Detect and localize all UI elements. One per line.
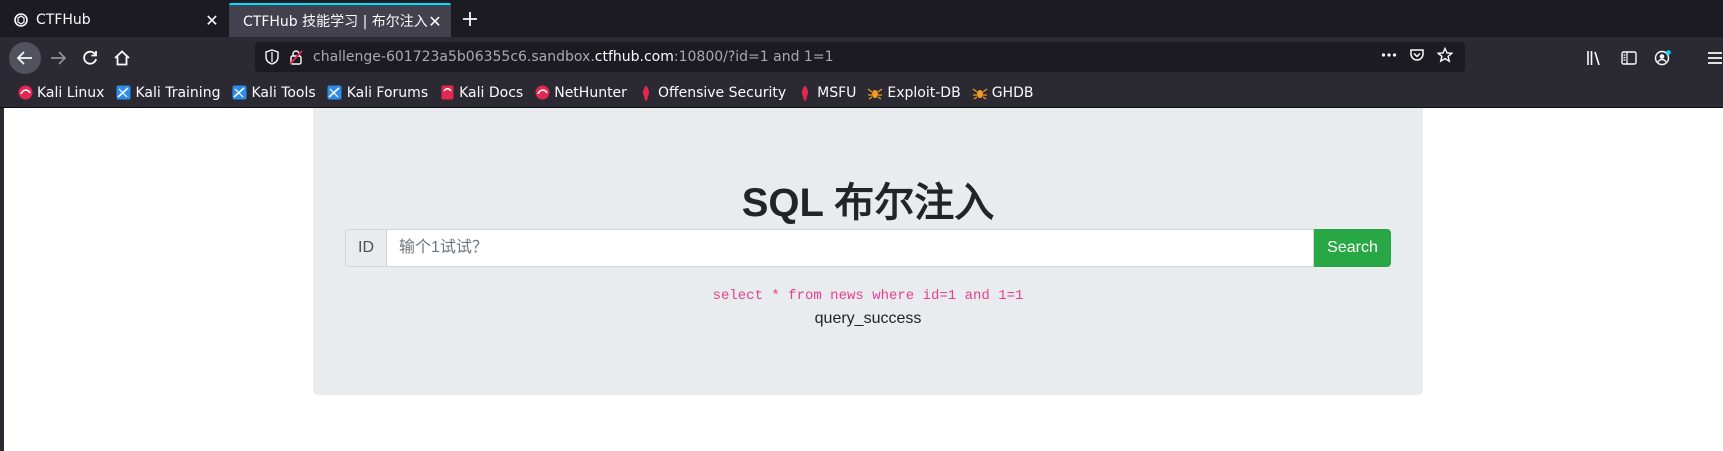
exploitdb-icon <box>972 85 988 101</box>
url-domain: ctfhub.com <box>594 49 674 65</box>
bookmarks-toolbar: Kali Linux Kali Training Kali Tools Kali… <box>0 78 1723 108</box>
bookmark-kali-docs[interactable]: Kali Docs <box>439 85 523 101</box>
close-tab-icon[interactable]: ✕ <box>427 12 443 31</box>
back-button[interactable] <box>9 42 41 74</box>
plus-icon <box>463 12 477 26</box>
id-label: ID <box>345 229 386 267</box>
offsec-icon <box>797 85 813 101</box>
jumbotron: SQL 布尔注入 ID Search select * from news wh… <box>313 108 1423 395</box>
offsec-icon <box>638 85 654 101</box>
bookmark-star-icon[interactable] <box>1436 46 1454 67</box>
home-button[interactable] <box>106 42 138 74</box>
bookmark-msfu[interactable]: MSFU <box>797 85 856 101</box>
pocket-icon[interactable] <box>1409 47 1425 67</box>
bookmark-kali-forums[interactable]: Kali Forums <box>327 85 428 101</box>
arrow-left-icon <box>16 51 32 65</box>
bookmark-kali-training[interactable]: Kali Training <box>115 85 220 101</box>
insecure-lock-icon[interactable] <box>289 49 305 65</box>
search-form: ID Search <box>345 229 1391 267</box>
bookmark-label: Kali Linux <box>37 84 105 101</box>
url-prefix: challenge-601723a5b06355c6.sandbox. <box>313 49 595 65</box>
bookmark-label: Exploit-DB <box>887 84 961 101</box>
tab-active[interactable]: CTFHub 技能学习 | 布尔注入 ✕ <box>229 3 451 37</box>
url-text[interactable]: challenge-601723a5b06355c6.sandbox.ctfhu… <box>313 49 1381 65</box>
kali-tools-icon <box>231 85 247 101</box>
bookmark-exploit-db[interactable]: Exploit-DB <box>867 84 961 101</box>
query-result: query_success <box>814 310 922 327</box>
home-icon <box>114 50 130 66</box>
search-button[interactable]: Search <box>1314 229 1391 267</box>
shield-icon[interactable] <box>265 49 281 65</box>
more-actions-icon[interactable] <box>1381 47 1397 67</box>
bookmark-kali-tools[interactable]: Kali Tools <box>231 84 316 101</box>
tab-title: CTFHub <box>36 12 91 28</box>
bookmark-label: NetHunter <box>554 84 627 101</box>
new-tab-button[interactable] <box>458 7 482 31</box>
page-viewport: SQL 布尔注入 ID Search select * from news wh… <box>0 108 1723 451</box>
kali-icon <box>17 85 33 101</box>
nethunter-icon <box>534 85 550 101</box>
sql-query: select * from news where id=1 and 1=1 <box>712 288 1024 304</box>
forward-button[interactable] <box>42 42 74 74</box>
arrow-right-icon <box>51 51 67 65</box>
tab-bar: CTFHub ✕ CTFHub 技能学习 | 布尔注入 ✕ <box>0 0 1723 37</box>
exploitdb-icon <box>867 85 883 101</box>
reload-button[interactable] <box>74 42 106 74</box>
sidebar-icon[interactable] <box>1619 48 1639 68</box>
bookmark-offensive-security[interactable]: Offensive Security <box>638 85 786 101</box>
url-suffix: :10800/?id=1 and 1=1 <box>673 49 834 65</box>
tab-ctfhub[interactable]: CTFHub ✕ <box>0 3 228 37</box>
kali-training-icon <box>115 85 131 101</box>
bookmark-label: Kali Forums <box>346 84 429 101</box>
kali-forums-icon <box>327 85 343 101</box>
library-icon[interactable] <box>1585 48 1605 68</box>
bookmark-label: Kali Training <box>135 84 221 101</box>
bookmark-label: Kali Docs <box>459 84 524 101</box>
url-bar[interactable]: challenge-601723a5b06355c6.sandbox.ctfhu… <box>255 42 1465 72</box>
bookmark-label: MSFU <box>817 84 857 101</box>
bookmark-label: Offensive Security <box>657 84 787 101</box>
tab-title: CTFHub 技能学习 | 布尔注入 <box>243 14 427 30</box>
menu-icon[interactable] <box>1705 48 1723 68</box>
account-icon[interactable] <box>1653 48 1673 68</box>
page-title: SQL 布尔注入 <box>741 181 995 225</box>
id-input[interactable] <box>386 229 1314 267</box>
navigation-bar: challenge-601723a5b06355c6.sandbox.ctfhu… <box>0 37 1723 78</box>
bookmark-ghdb[interactable]: GHDB <box>972 84 1034 101</box>
bookmark-nethunter[interactable]: NetHunter <box>534 85 627 101</box>
ctfhub-icon <box>14 13 28 27</box>
close-tab-icon[interactable]: ✕ <box>204 11 220 30</box>
bookmark-label: Kali Tools <box>251 84 316 101</box>
bookmark-kali-linux[interactable]: Kali Linux <box>17 85 104 101</box>
kali-docs-icon <box>439 85 455 101</box>
bookmark-label: GHDB <box>991 84 1034 101</box>
reload-icon <box>83 50 97 65</box>
